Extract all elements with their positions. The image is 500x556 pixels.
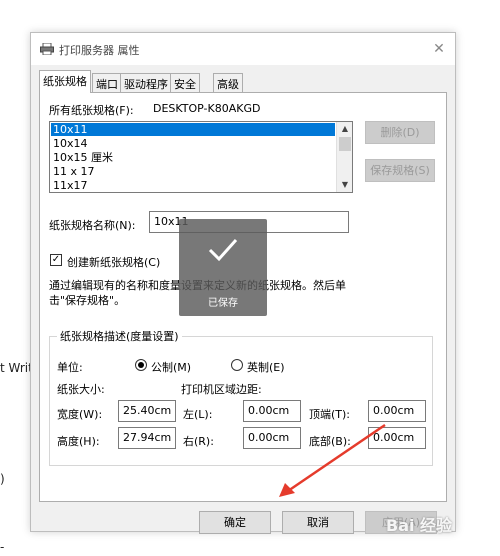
printer-server-properties-dialog: 打印服务器 属性 ✕ 纸张规格 端口 驱动程序 安全 高级 所有纸张规格(F):… xyxy=(30,32,456,534)
metric-radio[interactable] xyxy=(135,359,147,371)
watermark-logo: Bai 经验 xyxy=(386,516,453,535)
list-item[interactable]: 11x17 xyxy=(51,179,335,192)
top-margin-label: 顶端(T): xyxy=(309,408,351,421)
list-item[interactable]: 10x11 xyxy=(51,123,335,136)
dialog-title: 打印服务器 属性 xyxy=(59,44,140,57)
chevron-up-icon[interactable]: ▲ xyxy=(337,122,352,136)
list-item[interactable]: 11 x 17 xyxy=(51,165,335,178)
width-input[interactable]: 25.40cm xyxy=(118,400,176,422)
chevron-down-icon[interactable]: ▼ xyxy=(337,178,352,192)
height-label: 高度(H): xyxy=(57,435,100,448)
listbox-scrollbar[interactable]: ▲ ▼ xyxy=(336,122,352,192)
checkmark-icon xyxy=(208,238,238,262)
ok-button[interactable]: 确定 xyxy=(199,511,271,534)
list-item[interactable]: 10x14 xyxy=(51,137,335,150)
paper-size-label: 纸张大小: xyxy=(57,383,105,396)
close-button[interactable]: ✕ xyxy=(429,39,449,59)
height-input[interactable]: 27.94cm xyxy=(118,427,176,449)
create-new-form-label: 创建新纸张规格(C) xyxy=(67,256,161,269)
groupbox-title: 纸张规格描述(度量设置) xyxy=(57,328,182,344)
printer-icon xyxy=(40,43,54,55)
english-label: 英制(E) xyxy=(247,361,285,374)
forms-listbox[interactable]: 10x11 10x14 10x15 厘米 11 x 17 11x17 ▲ ▼ xyxy=(49,121,353,193)
tab-forms[interactable]: 纸张规格 xyxy=(39,70,91,93)
list-item[interactable]: 10x15 厘米 xyxy=(51,151,335,164)
printer-margins-label: 打印机区域边距: xyxy=(181,383,262,396)
scroll-thumb[interactable] xyxy=(339,137,351,151)
tab-ports[interactable]: 端口 xyxy=(92,73,122,92)
title-bar: 打印服务器 属性 ✕ xyxy=(31,33,455,65)
cancel-button[interactable]: 取消 xyxy=(282,511,354,534)
create-new-form-checkbox[interactable]: ✓ xyxy=(50,254,62,266)
background-fragment-2: - xyxy=(0,540,5,554)
right-margin-label: 右(R): xyxy=(183,435,214,448)
annotation-arrow-icon xyxy=(279,423,386,497)
top-margin-input[interactable]: 0.00cm xyxy=(368,400,426,422)
all-forms-label: 所有纸张规格(F): xyxy=(49,104,134,117)
toast-text: 已保存 xyxy=(208,298,238,309)
form-name-label: 纸张规格名称(N): xyxy=(49,219,136,232)
left-margin-label: 左(L): xyxy=(183,408,213,421)
left-margin-input[interactable]: 0.00cm xyxy=(243,400,301,422)
background-fragment: ) xyxy=(0,472,5,486)
save-form-button[interactable]: 保存规格(S) xyxy=(365,159,435,182)
delete-button[interactable]: 删除(D) xyxy=(365,121,435,144)
saved-toast: 已保存 xyxy=(179,219,267,316)
metric-label: 公制(M) xyxy=(151,361,192,374)
width-label: 宽度(W): xyxy=(57,408,103,421)
tab-advanced[interactable]: 高级 xyxy=(213,73,243,92)
tab-security[interactable]: 安全 xyxy=(170,73,200,92)
units-label: 单位: xyxy=(57,361,83,374)
tab-drivers[interactable]: 驱动程序 xyxy=(120,73,172,92)
server-name: DESKTOP-K80AKGD xyxy=(153,102,261,115)
english-radio[interactable] xyxy=(231,359,243,371)
